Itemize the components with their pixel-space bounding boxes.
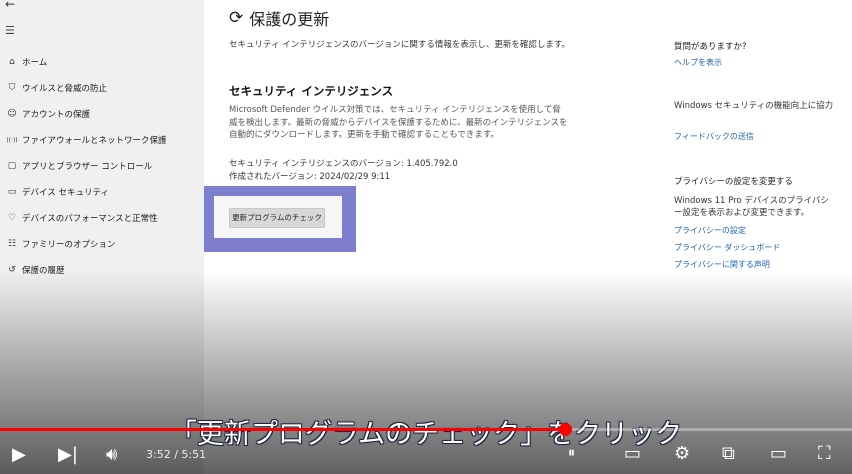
page-title: ⟳ 保護の更新	[229, 6, 329, 30]
check-updates-button[interactable]: 更新プログラムのチェック	[229, 208, 325, 228]
page-title-text: 保護の更新	[249, 10, 330, 29]
sidebar-item-label: デバイス セキュリティ	[22, 188, 109, 198]
section-title: セキュリティ インテリジェンス	[229, 84, 394, 98]
history-icon: ↺	[8, 265, 16, 275]
subtitles-icon[interactable]: ▭	[624, 443, 641, 464]
sidebar-item-label: アカウントの保護	[22, 110, 91, 120]
sidebar-item-label: ホーム	[22, 58, 48, 68]
progress-scrubber[interactable]	[558, 423, 572, 436]
progress-bar[interactable]	[0, 423, 852, 436]
next-icon[interactable]: ▶|	[58, 444, 78, 465]
section-body: Microsoft Defender ウイルス対策では、セキュリティ インテリジ…	[229, 105, 568, 140]
time-current: 3:52	[146, 448, 171, 461]
refresh-icon: ⟳	[229, 8, 244, 28]
created-line: 作成されたバージョン: 2024/02/29 9:11	[229, 172, 391, 182]
wifi-icon: ((·))	[6, 136, 18, 144]
family-icon: ☷	[7, 239, 17, 249]
sidebar-item[interactable]: ⌂ ホーム	[0, 52, 200, 72]
fullscreen-icon[interactable]: ⛶	[818, 443, 831, 464]
person-icon: ☺	[7, 109, 17, 119]
sidebar-item[interactable]: ♡ デバイスのパフォーマンスと正常性	[0, 208, 200, 228]
back-arrow-icon[interactable]: ←	[5, 0, 15, 11]
theater-mode-icon[interactable]: ▭	[770, 443, 787, 464]
settings-gear-icon[interactable]: ⚙︎	[674, 443, 690, 464]
improve-heading: Windows セキュリティの機能向上に協力	[674, 101, 834, 111]
sidebar-item-label: ファイアウォールとネットワーク保護	[22, 136, 167, 146]
button-highlight-box: 更新プログラムのチェック	[204, 186, 356, 252]
privacy-dashboard-link[interactable]: プライバシー ダッシュボード	[674, 242, 780, 253]
question-heading: 質問がありますか?	[674, 42, 747, 52]
home-icon: ⌂	[9, 57, 15, 67]
privacy-body: Windows 11 Pro デバイスのプライバシー設定を表示および変更できます…	[674, 196, 829, 218]
autoplay-toggle-icon[interactable]: ⏸︎	[568, 445, 575, 461]
laptop-icon: ▭	[7, 187, 17, 197]
highlight-inner: 更新プログラムのチェック	[214, 196, 342, 238]
sidebar-item[interactable]: ((·)) ファイアウォールとネットワーク保護	[0, 130, 200, 150]
sidebar-item-label: アプリとブラウザー コントロール	[22, 162, 153, 172]
volume-icon[interactable]: 🔊︎	[106, 444, 117, 465]
main-content: ⟳ 保護の更新 セキュリティ インテリジェンスのバージョンに関する情報を表示し、…	[204, 0, 852, 474]
progress-fill	[0, 428, 565, 431]
help-link[interactable]: ヘルプを表示	[674, 57, 722, 68]
sidebar-item[interactable]: ⛉ ウイルスと脅威の防止	[0, 78, 200, 98]
hamburger-icon[interactable]: ☰	[5, 24, 15, 37]
privacy-heading: プライバシーの設定を変更する	[674, 177, 793, 187]
play-icon[interactable]: ▶	[12, 444, 26, 465]
sidebar-item-label: ファミリーのオプション	[22, 240, 116, 250]
sidebar-item[interactable]: ▭ デバイス セキュリティ	[0, 182, 200, 202]
privacy-statement-link[interactable]: プライバシーに関する声明	[674, 259, 770, 270]
privacy-settings-link[interactable]: プライバシーの設定	[674, 225, 746, 236]
sidebar: ← ☰ ⌂ ホーム ⛉ ウイルスと脅威の防止 ☺ アカウントの保護 ((·)) ファイアウォー…	[0, 0, 204, 474]
sidebar-item[interactable]: ☷ ファミリーのオプション	[0, 234, 200, 254]
sidebar-item[interactable]: ▢ アプリとブラウザー コントロール	[0, 156, 200, 176]
app-browser-icon: ▢	[7, 161, 17, 171]
sidebar-item[interactable]: ↺ 保護の履歴	[0, 260, 200, 280]
miniplayer-icon[interactable]: ⧉	[722, 443, 735, 464]
time-display: 3:52 / 5:51	[146, 448, 207, 461]
version-line: セキュリティ インテリジェンスのバージョン: 1.405.792.0	[229, 159, 458, 169]
feedback-link[interactable]: フィードバックの送信	[674, 131, 754, 142]
sidebar-item-label: 保護の履歴	[22, 266, 65, 276]
sidebar-item-label: ウイルスと脅威の防止	[22, 84, 108, 94]
shield-icon: ⛉	[8, 83, 16, 93]
sidebar-item[interactable]: ☺ アカウントの保護	[0, 104, 200, 124]
time-total: 5:51	[181, 448, 207, 461]
page-description: セキュリティ インテリジェンスのバージョンに関する情報を表示し、更新を確認します…	[229, 40, 571, 50]
heart-icon: ♡	[7, 213, 17, 223]
sidebar-item-label: デバイスのパフォーマンスと正常性	[22, 214, 158, 224]
